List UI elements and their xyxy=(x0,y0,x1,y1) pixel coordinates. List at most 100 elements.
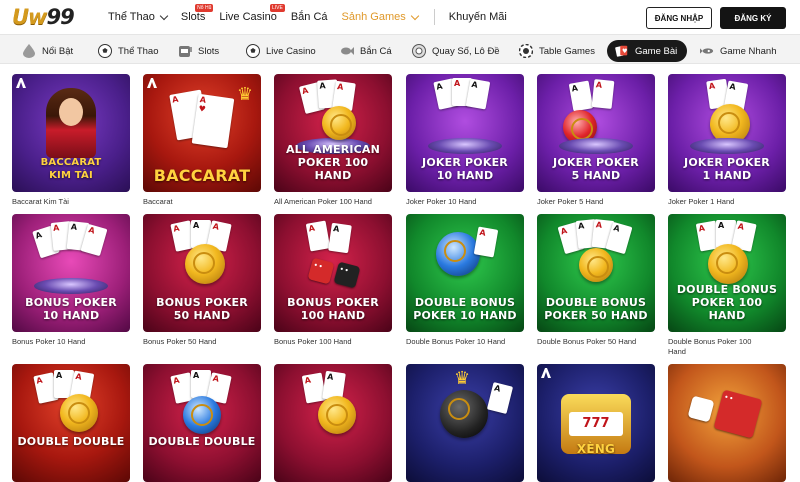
live-badge: LIVE xyxy=(270,4,285,12)
category-noi-bat[interactable]: Nổi Bật xyxy=(22,40,73,62)
game-card[interactable]: A A A DOUBLE DOUBLE xyxy=(143,364,261,482)
category-label: Table Games xyxy=(539,45,595,57)
game-thumbnail[interactable]: A A A A DOUBLE BONUS POKER 50 HAND xyxy=(537,214,655,332)
game-thumbnail[interactable]: A A A A BONUS POKER 10 HAND xyxy=(12,214,130,332)
game-name[interactable]: Double Bonus Poker 100 Hand xyxy=(668,337,786,357)
nav-ban-ca[interactable]: Bắn Cá xyxy=(291,0,328,34)
game-title-art: BONUS POKER 10 HAND xyxy=(25,296,117,322)
nav-live-casino[interactable]: Live Casino LIVE xyxy=(219,0,285,34)
category-live-casino[interactable]: Live Casino xyxy=(246,40,316,62)
category-label: Game Bài xyxy=(635,45,678,57)
playing-card: A xyxy=(328,222,352,254)
nav-the-thao[interactable]: Thể Thao xyxy=(108,0,169,34)
game-title-art: BACCARAT xyxy=(153,166,251,185)
nav-khuyen-mai[interactable]: Khuyến Mãi xyxy=(449,0,507,34)
nav-label: Bắn Cá xyxy=(290,11,328,23)
game-card[interactable]: A DOUBLE BONUS POKER 10 HAND Double Bonu… xyxy=(406,214,524,347)
game-thumbnail[interactable]: A A A DOUBLE DOUBLE xyxy=(143,364,261,482)
game-thumbnail[interactable]: A A A ALL AMERICAN POKER 100 HAND xyxy=(274,74,392,192)
category-game-nhanh[interactable]: Game Nhanh xyxy=(700,40,777,62)
game-name[interactable]: Bonus Poker 50 Hand xyxy=(143,337,261,347)
game-card[interactable]: A A A BONUS POKER 50 HAND Bonus Poker 50… xyxy=(143,214,261,347)
dice-icon xyxy=(333,261,361,289)
game-title-art: JOKER POKER 10 HAND xyxy=(422,156,508,182)
playing-card: A xyxy=(486,381,514,415)
game-title-art: BACCARAT KIM TÀI xyxy=(40,157,102,181)
category-ban-ca[interactable]: Bắn Cá xyxy=(340,40,392,62)
game-name[interactable]: Joker Poker 1 Hand xyxy=(668,197,786,207)
game-title-art: DOUBLE BONUS POKER 50 HAND xyxy=(544,296,648,322)
game-thumbnail[interactable]: A A A BONUS POKER 50 HAND xyxy=(143,214,261,332)
game-thumbnail[interactable]: A A ♥ ♛ BACCARAT xyxy=(143,74,261,192)
playing-card: A xyxy=(305,220,331,252)
game-card[interactable]: A A xyxy=(274,364,392,482)
hot-badge: Nổ Hũ xyxy=(195,4,214,12)
game-card[interactable]: A A JOKER POKER 5 HAND Joker Poker 5 Han… xyxy=(537,74,655,207)
dealer-face xyxy=(59,98,83,126)
game-title-art: DOUBLE BONUS POKER 100 HAND xyxy=(676,283,778,322)
game-card[interactable]: A A A A DOUBLE BONUS POKER 50 HAND Doubl… xyxy=(537,214,655,347)
game-name[interactable]: All American Poker 100 Hand xyxy=(274,197,392,207)
game-card[interactable]: A A JOKER POKER 1 HAND Joker Poker 1 Han… xyxy=(668,74,786,207)
game-name[interactable]: Baccarat Kim Tài xyxy=(12,197,130,207)
game-name[interactable]: Baccarat xyxy=(143,197,261,207)
game-thumbnail[interactable]: A A A JOKER POKER 10 HAND xyxy=(406,74,524,192)
game-thumbnail[interactable]: ♛ A xyxy=(406,364,524,482)
game-thumbnail[interactable]: XÈNG xyxy=(537,364,655,482)
site-logo[interactable]: Uw99 xyxy=(12,5,75,29)
game-name[interactable]: Joker Poker 10 Hand xyxy=(406,197,524,207)
provider-logo-icon xyxy=(541,368,551,378)
game-title-art: ALL AMERICAN POKER 100 HAND xyxy=(285,143,381,182)
category-the-thao[interactable]: Thể Thao xyxy=(98,40,159,62)
game-card[interactable]: A A A A BONUS POKER 10 HAND Bonus Poker … xyxy=(12,214,130,347)
nav-divider xyxy=(433,9,435,25)
game-card[interactable] xyxy=(668,364,786,482)
game-card[interactable]: A A A DOUBLE DOUBLE xyxy=(12,364,130,482)
game-thumbnail[interactable]: A A BONUS POKER 100 HAND xyxy=(274,214,392,332)
dice-icon xyxy=(713,389,763,439)
nav-label: Thể Thao xyxy=(108,11,155,23)
nav-slots[interactable]: Slots Nổ Hũ xyxy=(181,0,214,34)
game-thumbnail[interactable]: A A JOKER POKER 1 HAND xyxy=(668,74,786,192)
chevron-down-icon xyxy=(410,11,419,20)
login-button[interactable]: ĐĂNG NHẬP xyxy=(646,7,712,29)
game-card[interactable]: A A BONUS POKER 100 HAND Bonus Poker 100… xyxy=(274,214,392,347)
game-card[interactable]: A A A ALL AMERICAN POKER 100 HAND All Am… xyxy=(274,74,392,207)
game-thumbnail[interactable]: A A A DOUBLE DOUBLE xyxy=(12,364,130,482)
chip-icon xyxy=(183,396,221,434)
category-table-games[interactable]: Table Games xyxy=(519,40,595,62)
game-thumbnail[interactable]: BACCARAT KIM TÀI xyxy=(12,74,130,192)
game-name[interactable]: Joker Poker 5 Hand xyxy=(537,197,655,207)
game-title-art: BONUS POKER 100 HAND xyxy=(287,296,379,322)
coin-icon xyxy=(318,396,356,434)
nav-sanh-games[interactable]: Sảnh Games xyxy=(341,0,419,34)
category-slots[interactable]: Slots xyxy=(178,40,219,62)
game-thumbnail[interactable] xyxy=(668,364,786,482)
game-card[interactable]: A A A DOUBLE BONUS POKER 100 HAND Double… xyxy=(668,214,786,357)
game-card[interactable]: A A ♥ ♛ BACCARAT Baccarat xyxy=(143,74,261,207)
game-thumbnail[interactable]: A DOUBLE BONUS POKER 10 HAND xyxy=(406,214,524,332)
game-thumbnail[interactable]: A A JOKER POKER 5 HAND xyxy=(537,74,655,192)
game-title-art: JOKER POKER 5 HAND xyxy=(553,156,639,182)
coin-icon xyxy=(60,394,98,432)
soccer-ball-icon xyxy=(98,44,112,58)
svg-text:♥: ♥ xyxy=(622,48,627,55)
register-button[interactable]: ĐĂNG KÝ xyxy=(720,7,786,29)
game-name[interactable]: Bonus Poker 10 Hand xyxy=(12,337,130,347)
game-thumbnail[interactable]: A A A DOUBLE BONUS POKER 100 HAND xyxy=(668,214,786,332)
game-name[interactable]: Double Bonus Poker 50 Hand xyxy=(537,337,655,347)
game-name[interactable]: Double Bonus Poker 10 Hand xyxy=(406,337,524,347)
coin-icon xyxy=(708,244,748,284)
game-name[interactable]: Bonus Poker 100 Hand xyxy=(274,337,392,347)
nav-label: Sảnh Games xyxy=(341,11,406,23)
game-title-art: BONUS POKER 50 HAND xyxy=(156,296,248,322)
game-title-art: DOUBLE BONUS POKER 10 HAND xyxy=(413,296,517,322)
game-card[interactable]: XÈNG xyxy=(537,364,655,482)
game-card[interactable]: ♛ A xyxy=(406,364,524,482)
category-quay-so-lo-de[interactable]: Quay Số, Lô Đề xyxy=(412,40,500,62)
game-thumbnail[interactable]: A A xyxy=(274,364,392,482)
game-card[interactable]: A A A JOKER POKER 10 HAND Joker Poker 10… xyxy=(406,74,524,207)
stage-platform xyxy=(428,138,502,154)
category-game-bai[interactable]: ♥ Game Bài xyxy=(607,40,688,62)
game-card[interactable]: BACCARAT KIM TÀI Baccarat Kim Tài xyxy=(12,74,130,207)
